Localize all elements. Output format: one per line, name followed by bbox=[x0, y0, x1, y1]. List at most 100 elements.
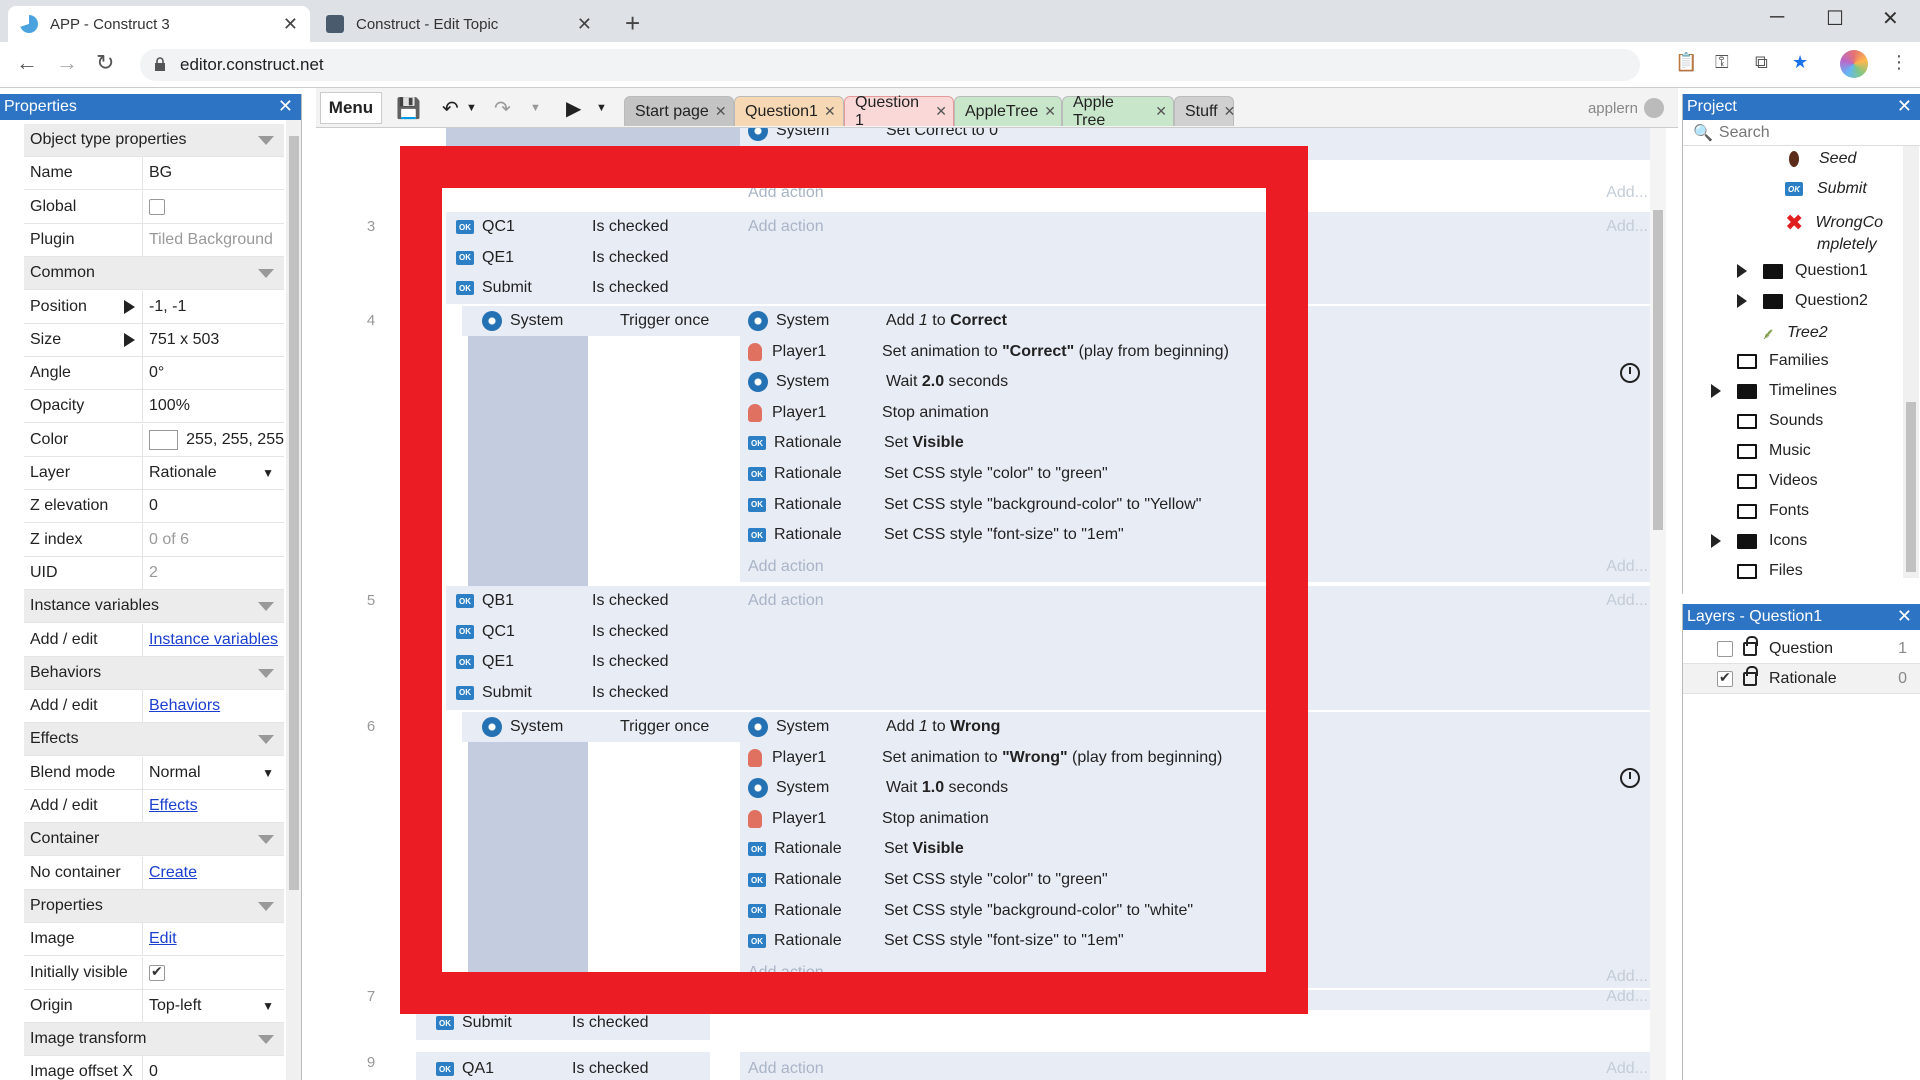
property-link[interactable]: Create bbox=[149, 864, 197, 882]
expand-triangle-icon[interactable] bbox=[1711, 384, 1721, 398]
layer-row[interactable]: Question 1 bbox=[1683, 634, 1920, 664]
sheet-scroll-thumb[interactable] bbox=[1653, 210, 1663, 530]
property-section[interactable]: Instance variables bbox=[24, 590, 284, 624]
property-value[interactable]: Rationale ▼ bbox=[143, 464, 284, 482]
close-panel-icon[interactable]: ✕ bbox=[278, 96, 293, 117]
close-panel-icon[interactable]: ✕ bbox=[1897, 96, 1912, 117]
collapse-triangle-icon[interactable] bbox=[258, 835, 274, 845]
project-item[interactable]: Files bbox=[1737, 562, 1803, 580]
close-window-icon[interactable]: ✕ bbox=[1882, 6, 1899, 31]
open-external-icon[interactable]: ⧉ bbox=[1755, 52, 1768, 73]
add-more-button[interactable]: Add... bbox=[1606, 592, 1648, 610]
event-action[interactable]: System Set Correct to 0 bbox=[748, 128, 998, 146]
expand-triangle-icon[interactable] bbox=[1711, 534, 1721, 548]
add-more-button[interactable]: Add... bbox=[1606, 988, 1648, 1006]
collapse-triangle-icon[interactable] bbox=[258, 602, 274, 612]
layer-visible-checkbox[interactable] bbox=[1717, 640, 1733, 657]
project-item[interactable]: Question1 bbox=[1737, 262, 1868, 280]
add-more-button[interactable]: Add... bbox=[1606, 558, 1648, 576]
lock-icon[interactable] bbox=[1743, 635, 1758, 656]
layer-visible-checkbox[interactable] bbox=[1717, 669, 1733, 687]
add-more-button[interactable]: Add... bbox=[1606, 184, 1648, 202]
undo-dropdown-icon[interactable]: ▼ bbox=[466, 102, 477, 114]
collapse-triangle-icon[interactable] bbox=[258, 735, 274, 745]
project-item[interactable]: Sounds bbox=[1737, 412, 1823, 430]
project-item[interactable]: Icons bbox=[1711, 532, 1807, 550]
collapse-triangle-icon[interactable] bbox=[258, 269, 274, 279]
property-value[interactable]: Create bbox=[143, 864, 284, 882]
collapse-triangle-icon[interactable] bbox=[258, 136, 274, 145]
property-value[interactable] bbox=[143, 198, 284, 215]
user-menu[interactable]: applern bbox=[1588, 98, 1664, 118]
dropdown-arrow-icon[interactable]: ▼ bbox=[262, 766, 274, 780]
property-value[interactable]: Instance variables bbox=[143, 631, 284, 649]
property-section[interactable]: Common bbox=[24, 257, 284, 291]
preview-play-icon[interactable]: ▶ bbox=[566, 96, 581, 121]
key-icon[interactable]: ⚿ bbox=[1715, 52, 1729, 73]
property-value[interactable]: Behaviors bbox=[143, 697, 284, 715]
editor-tab[interactable]: Question1 ✕ bbox=[734, 96, 844, 126]
lock-icon[interactable] bbox=[1743, 665, 1758, 686]
clipboard-icon[interactable]: 📋 bbox=[1675, 52, 1697, 73]
color-swatch[interactable] bbox=[149, 429, 179, 450]
undo-icon[interactable]: ↶ bbox=[442, 96, 459, 121]
project-scrollbar[interactable] bbox=[1903, 146, 1919, 578]
property-section[interactable]: Properties bbox=[24, 889, 284, 923]
property-link[interactable]: Effects bbox=[149, 797, 198, 815]
property-value[interactable] bbox=[143, 964, 284, 981]
property-link[interactable]: Behaviors bbox=[149, 697, 220, 715]
property-link[interactable]: Instance variables bbox=[149, 631, 278, 649]
close-tab-icon[interactable]: ✕ bbox=[1044, 103, 1056, 120]
property-section[interactable]: Behaviors bbox=[24, 656, 284, 690]
editor-tab[interactable]: AppleTree ✕ bbox=[954, 96, 1062, 126]
property-section[interactable]: Effects bbox=[24, 723, 284, 757]
property-section[interactable]: Object type properties bbox=[24, 124, 284, 157]
project-item[interactable]: mpletely bbox=[1785, 236, 1877, 254]
collapse-triangle-icon[interactable] bbox=[258, 1035, 274, 1045]
property-value[interactable]: Top-left ▼ bbox=[143, 997, 284, 1015]
redo-dropdown-icon[interactable]: ▼ bbox=[530, 102, 541, 114]
project-scroll-thumb[interactable] bbox=[1906, 402, 1916, 572]
add-action-button[interactable]: Add action bbox=[748, 1054, 824, 1080]
project-item[interactable]: Fonts bbox=[1737, 502, 1809, 520]
sheet-scrollbar[interactable] bbox=[1650, 128, 1666, 1080]
checkbox[interactable] bbox=[149, 964, 165, 981]
redo-icon[interactable]: ↷ bbox=[494, 96, 511, 121]
menu-button[interactable]: Menu bbox=[320, 92, 382, 124]
layer-row[interactable]: Rationale 0 bbox=[1683, 664, 1920, 694]
expand-triangle-icon[interactable] bbox=[1737, 294, 1747, 308]
project-item[interactable]: Videos bbox=[1737, 472, 1818, 490]
new-tab-button[interactable]: + bbox=[625, 8, 640, 39]
project-item[interactable]: Seed bbox=[1789, 150, 1856, 168]
collapse-triangle-icon[interactable] bbox=[258, 901, 274, 911]
maximize-icon[interactable]: ☐ bbox=[1826, 6, 1844, 31]
properties-scroll-thumb[interactable] bbox=[289, 136, 299, 890]
project-item[interactable]: OK Submit bbox=[1785, 180, 1867, 198]
close-panel-icon[interactable]: ✕ bbox=[1897, 606, 1912, 627]
minimize-icon[interactable]: ─ bbox=[1770, 6, 1784, 29]
add-more-button[interactable]: Add... bbox=[1606, 1060, 1648, 1078]
editor-tab[interactable]: Question 1 ✕ bbox=[844, 94, 954, 129]
collapse-triangle-icon[interactable] bbox=[258, 668, 274, 678]
preview-dropdown-icon[interactable]: ▼ bbox=[596, 102, 607, 114]
reload-icon[interactable]: ↻ bbox=[96, 50, 114, 76]
close-tab-icon[interactable]: ✕ bbox=[935, 103, 947, 120]
url-field[interactable]: editor.construct.net bbox=[140, 49, 1640, 81]
close-tab-icon[interactable]: ✕ bbox=[824, 103, 836, 120]
project-item[interactable]: Question2 bbox=[1737, 292, 1868, 310]
project-item[interactable]: ✖ WrongCo bbox=[1785, 210, 1883, 236]
close-tab-icon[interactable]: ✕ bbox=[1224, 103, 1236, 120]
add-more-button[interactable]: Add... bbox=[1606, 968, 1648, 986]
project-search[interactable]: 🔍 Search bbox=[1683, 120, 1920, 146]
property-section[interactable]: Container bbox=[24, 823, 284, 857]
expand-triangle-icon[interactable] bbox=[1737, 264, 1747, 278]
project-item[interactable]: Timelines bbox=[1711, 382, 1837, 400]
property-section[interactable]: Image transform bbox=[24, 1023, 284, 1057]
close-tab-icon[interactable]: ✕ bbox=[1155, 103, 1167, 120]
event-condition[interactable]: OK QA1 Is checked bbox=[436, 1054, 716, 1080]
close-tab-icon[interactable]: ✕ bbox=[715, 103, 727, 120]
bookmark-star-icon[interactable]: ★ bbox=[1792, 52, 1808, 73]
expand-triangle-icon[interactable] bbox=[124, 299, 135, 314]
checkbox[interactable] bbox=[149, 198, 165, 215]
properties-scrollbar[interactable] bbox=[286, 120, 301, 1080]
